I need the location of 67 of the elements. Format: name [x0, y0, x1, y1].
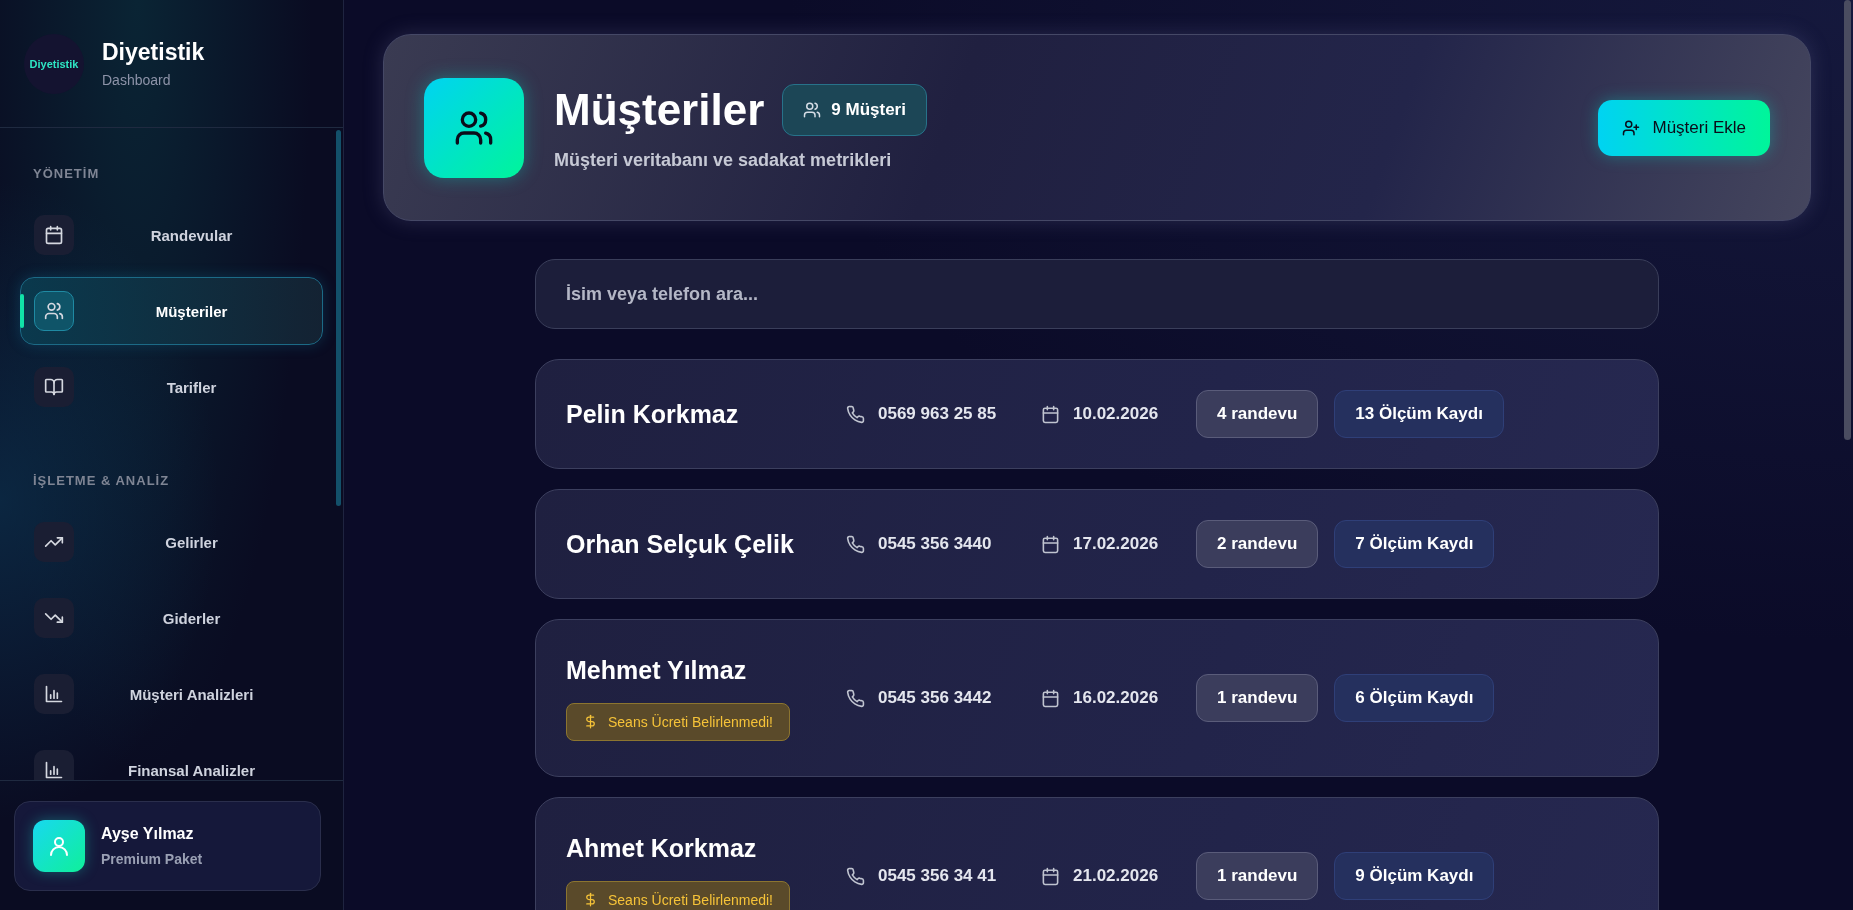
users-icon [803, 101, 822, 119]
app-title: Diyetistik [102, 39, 205, 66]
date: 10.02.2026 [1073, 404, 1159, 424]
phone-number: 0545 356 3442 [878, 688, 992, 708]
nav-item[interactable]: Giderler [20, 584, 323, 652]
user-name: Ayşe Yılmaz [101, 825, 195, 843]
client-card[interactable]: Ahmet Korkmaz Seans Ücreti Belirlenmedi! 0545 356 34 41 21.02.2026 1 randevu 9 Ölçüm Kaydı [535, 797, 1659, 910]
client-name: Mehmet Yılmaz [566, 655, 748, 685]
nav-item[interactable]: Müşteriler [20, 277, 323, 345]
phone-icon [846, 534, 865, 554]
measurement-count: 7 Ölçüm Kaydı [1334, 520, 1495, 568]
calendar-icon [1041, 404, 1060, 424]
appointment-count: 1 randevu [1196, 674, 1319, 722]
appointment-count: 1 randevu [1196, 852, 1319, 900]
page-title: Müşteriler [554, 85, 765, 135]
page-subtitle: Müşteri veritabanı ve sadakat metrikleri [554, 150, 893, 171]
user-plan: Premium Paket [101, 851, 203, 867]
warning-badge: Seans Ücreti Belirlenmedi! [566, 702, 790, 741]
calendar-icon [1041, 534, 1060, 554]
app-subtitle: Dashboard [102, 72, 172, 88]
section-heading: YÖNETİM [32, 166, 101, 181]
measurement-count: 6 Ölçüm Kaydı [1334, 674, 1495, 722]
calendar-icon [44, 225, 64, 245]
count-badge: 9 Müşteri [782, 84, 927, 136]
phone-number: 0545 356 34 41 [878, 866, 997, 886]
warning-badge: Seans Ücreti Belirlenmedi! [566, 880, 790, 910]
user-icon [33, 820, 85, 872]
book-icon [44, 377, 64, 397]
nav-item[interactable]: Müşteri Analizleri [20, 660, 323, 728]
users-icon [44, 301, 64, 321]
bar-chart-icon [44, 760, 64, 780]
nav-item[interactable]: Finansal Analizler [20, 736, 323, 780]
client-name: Orhan Selçuk Çelik [566, 529, 795, 559]
add-client-button[interactable]: Müşteri Ekle [1598, 99, 1770, 156]
search-field[interactable]: İsim veya telefon ara... [535, 259, 1659, 329]
section-heading: İŞLETME & ANALİZ [32, 473, 171, 488]
nav-item[interactable]: Randevular [20, 201, 323, 269]
client-card[interactable]: Orhan Selçuk Çelik 0545 356 3440 17.02.2026 2 randevu 7 Ölçüm Kaydı [535, 489, 1659, 599]
dollar-icon [583, 892, 598, 907]
scrollbar[interactable] [1844, 0, 1851, 440]
scrollbar[interactable] [336, 130, 341, 506]
date: 17.02.2026 [1073, 534, 1159, 554]
phone-number: 0569 963 25 85 [878, 404, 997, 424]
user-plus-icon [1622, 118, 1641, 137]
phone-number: 0545 356 3440 [878, 534, 992, 554]
measurement-count: 9 Ölçüm Kaydı [1334, 852, 1495, 900]
user-card[interactable]: Ayşe Yılmaz Premium Paket [14, 801, 321, 891]
date: 16.02.2026 [1073, 688, 1159, 708]
logo: Diyetistik [24, 33, 84, 94]
nav-item[interactable]: Gelirler [20, 508, 323, 576]
client-card[interactable]: Pelin Korkmaz 0569 963 25 85 10.02.2026 4 randevu 13 Ölçüm Kaydı [535, 359, 1659, 469]
calendar-icon [1041, 866, 1060, 886]
appointment-count: 2 randevu [1196, 520, 1319, 568]
phone-icon [846, 688, 865, 708]
nav-item[interactable]: Tarifler [20, 353, 323, 421]
date: 21.02.2026 [1073, 866, 1159, 886]
phone-icon [846, 404, 865, 424]
users-icon [424, 77, 524, 178]
dollar-icon [583, 714, 598, 729]
calendar-icon [1041, 688, 1060, 708]
measurement-count: 13 Ölçüm Kaydı [1334, 390, 1504, 438]
client-card[interactable]: Mehmet Yılmaz Seans Ücreti Belirlenmedi! 0545 356 3442 16.02.2026 1 randevu 6 Ölçüm Kaydı [535, 619, 1659, 777]
client-name: Ahmet Korkmaz [566, 833, 758, 863]
client-name: Pelin Korkmaz [566, 399, 740, 429]
appointment-count: 4 randevu [1196, 390, 1319, 438]
bar-chart-icon [44, 684, 64, 704]
phone-icon [846, 866, 865, 886]
